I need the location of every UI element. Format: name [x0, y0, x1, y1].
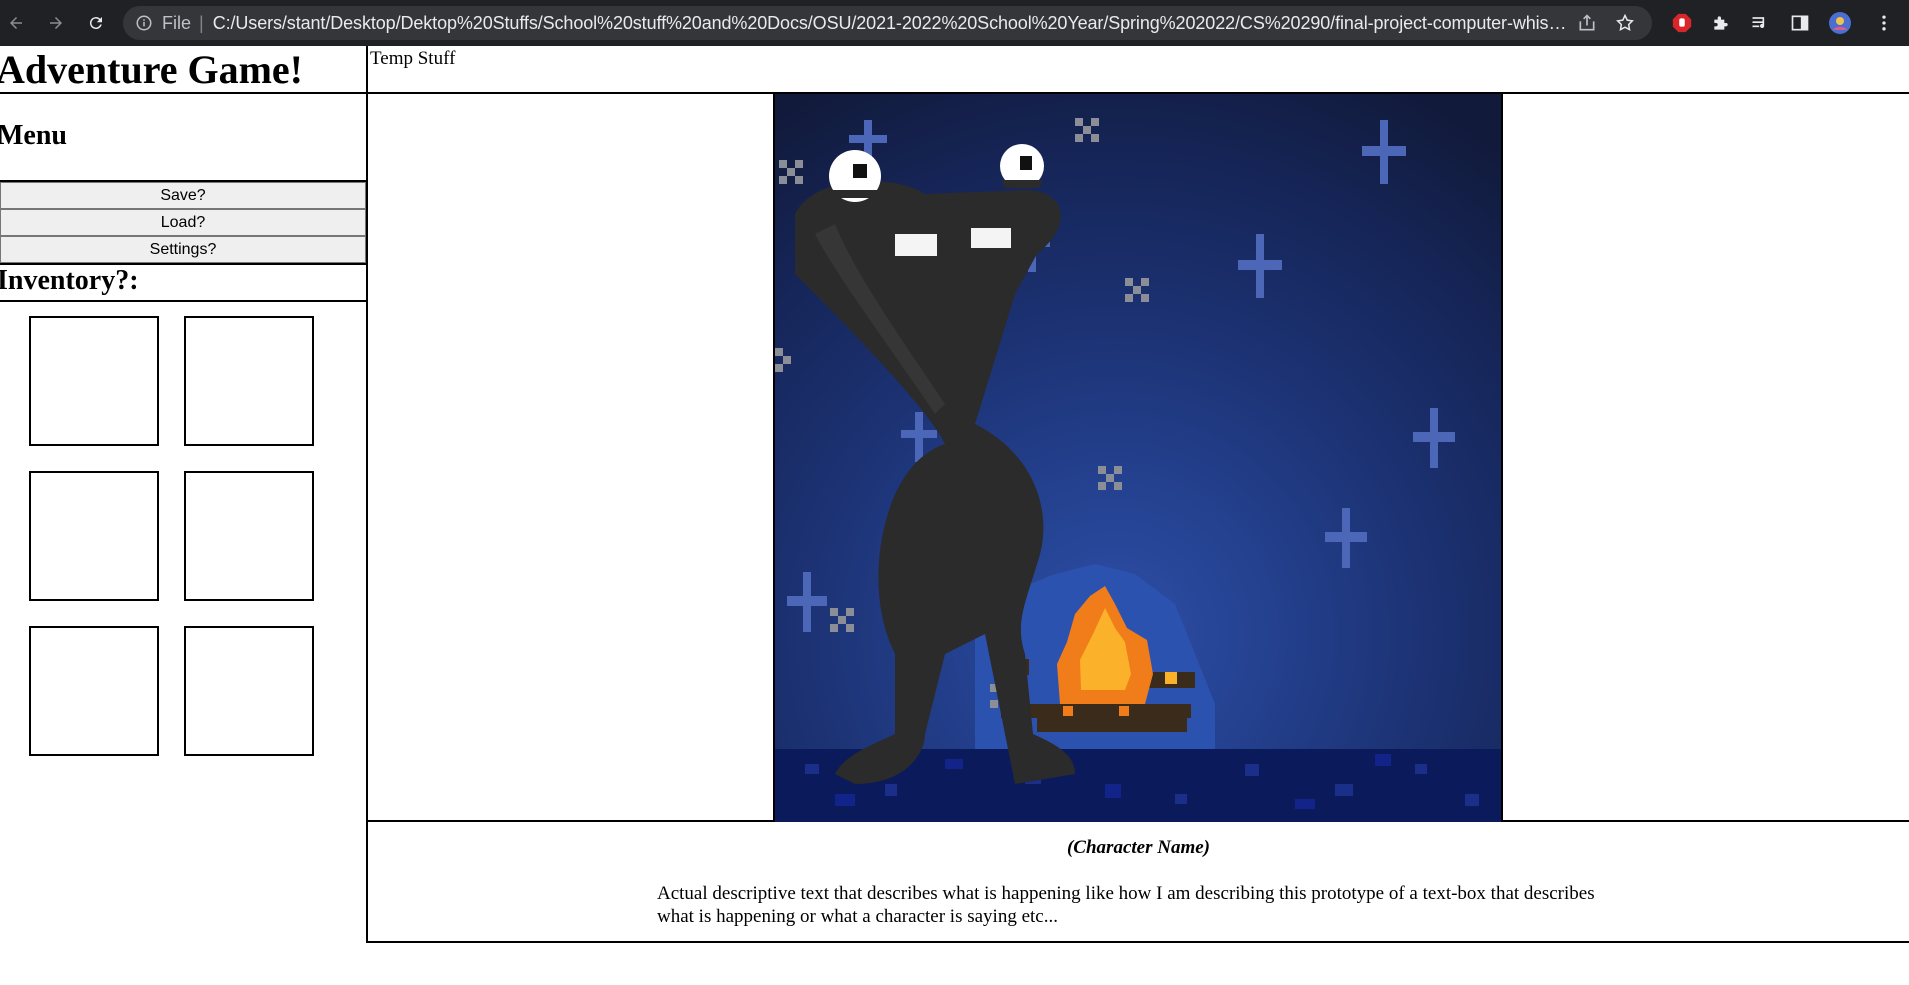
share-icon[interactable]: [1576, 12, 1598, 34]
settings-button[interactable]: Settings?: [0, 236, 366, 263]
inventory-heading: Inventory?:: [0, 264, 366, 302]
character-name: (Character Name): [1066, 837, 1210, 858]
dialogue-text: Actual descriptive text that describes w…: [657, 883, 1595, 927]
media-playlist-icon[interactable]: [1748, 11, 1772, 35]
bookmark-star-icon[interactable]: [1614, 12, 1636, 34]
url-scheme: File: [162, 12, 192, 33]
forward-icon[interactable]: [44, 11, 68, 35]
more-menu-icon[interactable]: [1872, 11, 1896, 35]
inventory-slot[interactable]: [184, 626, 314, 756]
inventory-slot[interactable]: [29, 316, 159, 446]
top-bar: Temp Stuff: [368, 46, 1909, 94]
menu-button-group: Save? Load? Settings?: [0, 180, 366, 265]
inventory-slot[interactable]: [184, 316, 314, 446]
info-icon[interactable]: [135, 14, 153, 32]
sidebar: Adventure Game! Menu Save? Load? Setting…: [0, 46, 368, 943]
extensions-puzzle-icon[interactable]: [1709, 11, 1733, 35]
profile-avatar-icon[interactable]: [1828, 11, 1852, 35]
browser-toolbar: File | C:/Users/stant/Desktop/Dektop%20S…: [0, 0, 1909, 46]
top-bar-text: Temp Stuff: [370, 48, 456, 69]
inventory-slot[interactable]: [184, 471, 314, 601]
menu-heading: Menu: [0, 120, 67, 151]
save-button[interactable]: Save?: [0, 182, 366, 209]
adblock-extension-icon[interactable]: [1670, 11, 1694, 35]
side-panel-icon[interactable]: [1788, 11, 1812, 35]
url-separator: |: [199, 12, 204, 33]
reload-icon[interactable]: [84, 11, 108, 35]
url-text[interactable]: C:/Users/stant/Desktop/Dektop%20Stuffs/S…: [213, 13, 1576, 34]
scene-image: [773, 94, 1503, 822]
dialogue-box: (Character Name) Actual descriptive text…: [368, 822, 1909, 943]
inventory-slot[interactable]: [29, 471, 159, 601]
scene-area: [368, 94, 1909, 822]
page-title: Adventure Game!: [0, 46, 366, 94]
back-icon[interactable]: [4, 11, 28, 35]
inventory-slot[interactable]: [29, 626, 159, 756]
load-button[interactable]: Load?: [0, 209, 366, 236]
campfire-scene-illustration: [775, 94, 1501, 822]
game-page: Adventure Game! Menu Save? Load? Setting…: [0, 46, 1909, 985]
address-bar[interactable]: File | C:/Users/stant/Desktop/Dektop%20S…: [123, 6, 1652, 40]
